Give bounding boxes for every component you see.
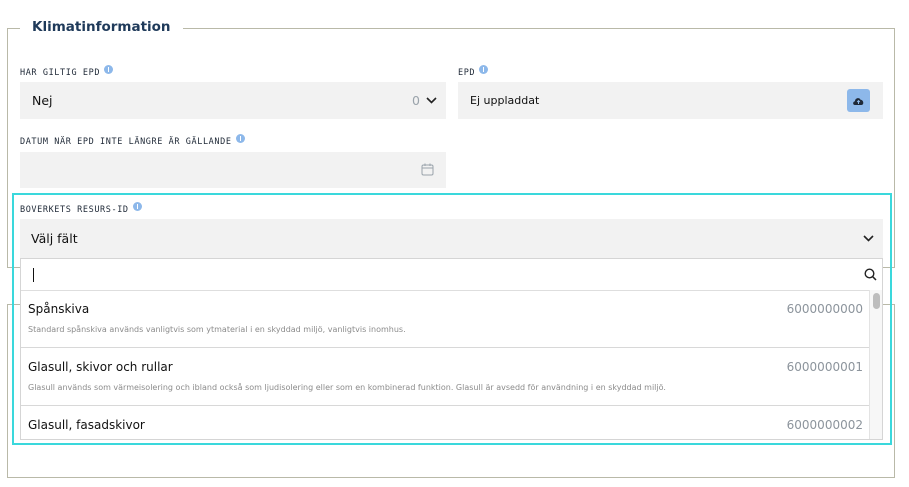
har-giltig-epd-select[interactable]: Nej 0 [20,82,446,119]
info-icon[interactable] [132,201,142,211]
cloud-upload-icon [853,98,864,105]
epd-upload-field[interactable]: Ej uppladdat [458,82,883,119]
list-item[interactable]: Glasull, skivor och rullar 6000000001 Gl… [21,348,869,406]
section-title: Klimatinformation [20,19,183,35]
search-icon[interactable] [864,268,877,281]
datum-date-input[interactable] [20,152,446,188]
har-giltig-epd-value: Nej [32,93,53,108]
scrollbar-thumb[interactable] [873,293,880,309]
calendar-icon[interactable] [421,163,434,176]
chevron-down-icon [863,235,874,242]
upload-button[interactable] [847,89,870,112]
text-caret [33,268,34,282]
dropdown-search[interactable] [21,259,882,291]
item-description: Glasull används som värmeisolering och i… [28,383,666,392]
item-id: 6000000000 [786,302,863,316]
chevron-down-icon [426,97,437,104]
resurs-id-label: BOVERKETS RESURS-ID [20,201,142,215]
dropdown-scrollbar[interactable] [869,290,882,439]
har-giltig-epd-label: HAR GILTIG EPD [20,64,114,78]
item-id: 6000000001 [786,360,863,374]
epd-value: Ej uppladdat [470,94,540,107]
info-icon[interactable] [235,133,245,143]
resurs-id-placeholder: Välj fält [31,231,78,246]
resurs-id-dropdown: Spånskiva 6000000000 Standard spånskiva … [20,258,883,440]
info-icon[interactable] [479,64,489,74]
item-title: Spånskiva [28,302,90,316]
list-item[interactable]: Glasull, fasadskivor 6000000002 [21,406,869,439]
info-icon[interactable] [104,64,114,74]
datum-label: DATUM NÄR EPD INTE LÄNGRE ÄR GÄLLANDE [20,133,245,147]
item-description: Standard spånskiva används vanligtvis so… [28,325,406,334]
epd-label: EPD [458,64,489,78]
har-giltig-epd-count: 0 [412,93,420,108]
list-item[interactable]: Spånskiva 6000000000 Standard spånskiva … [21,290,869,348]
item-title: Glasull, skivor och rullar [28,360,173,374]
item-id: 6000000002 [786,418,863,432]
resurs-id-select[interactable]: Välj fält [20,219,883,258]
item-title: Glasull, fasadskivor [28,418,145,432]
